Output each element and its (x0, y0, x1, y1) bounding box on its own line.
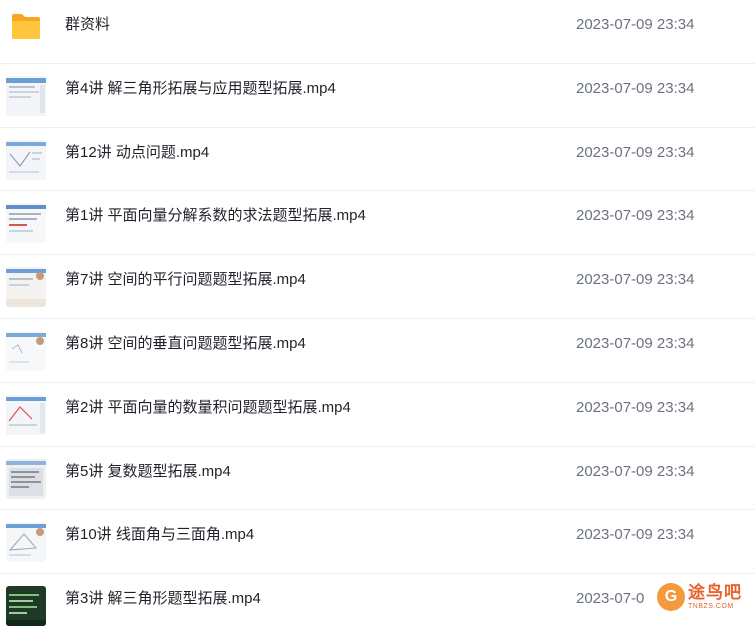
file-name[interactable]: 第3讲 解三角形题型拓展.mp4 (65, 574, 261, 637)
file-name[interactable]: 第12讲 动点问题.mp4 (65, 128, 209, 191)
video-thumbnail (6, 75, 46, 116)
file-list: 群资料 2023-07-09 23:34 第4讲 解三角形拓展与应用题型拓展.m… (0, 0, 755, 638)
list-item-video[interactable]: 第2讲 平面向量的数量积问题题型拓展.mp4 2023-07-09 23:34 (0, 383, 755, 447)
site-watermark-logo: G 途鸟吧 TNBZS.COM (653, 575, 749, 619)
file-name[interactable]: 第7讲 空间的平行问题题型拓展.mp4 (65, 255, 306, 318)
file-date: 2023-07-09 23:34 (576, 462, 695, 480)
file-date: 2023-07-09 23:34 (576, 526, 695, 544)
video-thumbnail (6, 203, 46, 244)
file-name[interactable]: 第4讲 解三角形拓展与应用题型拓展.mp4 (65, 64, 336, 127)
list-item-video[interactable]: 第5讲 复数题型拓展.mp4 2023-07-09 23:34 (0, 447, 755, 511)
file-date: 2023-07-09 23:34 (576, 207, 695, 225)
list-item-folder[interactable]: 群资料 2023-07-09 23:34 (0, 0, 755, 64)
video-thumbnail (6, 139, 46, 180)
folder-icon (10, 12, 42, 40)
video-thumbnail (6, 522, 46, 563)
file-name[interactable]: 第10讲 线面角与三面角.mp4 (65, 510, 254, 573)
list-item-video[interactable]: 第8讲 空间的垂直问题题型拓展.mp4 2023-07-09 23:34 (0, 319, 755, 383)
file-name[interactable]: 第2讲 平面向量的数量积问题题型拓展.mp4 (65, 383, 351, 446)
list-item-video[interactable]: 第3讲 解三角形题型拓展.mp4 2023-07-0 (0, 574, 755, 638)
file-date: 2023-07-09 23:34 (576, 334, 695, 352)
file-date: 2023-07-0 (576, 590, 645, 608)
watermark-sub-text: TNBZS.COM (688, 603, 734, 610)
video-thumbnail (6, 458, 46, 499)
watermark-text: 途鸟吧 TNBZS.COM (688, 583, 742, 611)
list-item-video[interactable]: 第7讲 空间的平行问题题型拓展.mp4 2023-07-09 23:34 (0, 255, 755, 319)
video-thumbnail (6, 394, 46, 435)
watermark-main-text: 途鸟吧 (688, 583, 742, 602)
file-date: 2023-07-09 23:34 (576, 16, 695, 33)
list-item-video[interactable]: 第10讲 线面角与三面角.mp4 2023-07-09 23:34 (0, 510, 755, 575)
file-name[interactable]: 第1讲 平面向量分解系数的求法题型拓展.mp4 (65, 191, 366, 254)
list-item-video[interactable]: 第1讲 平面向量分解系数的求法题型拓展.mp4 2023-07-09 23:34 (0, 191, 755, 256)
video-thumbnail (6, 586, 46, 627)
watermark-badge: G (657, 583, 685, 611)
file-name[interactable]: 第8讲 空间的垂直问题题型拓展.mp4 (65, 319, 306, 382)
video-thumbnail (6, 267, 46, 308)
file-date: 2023-07-09 23:34 (576, 143, 695, 161)
file-date: 2023-07-09 23:34 (576, 398, 695, 416)
list-item-video[interactable]: 第4讲 解三角形拓展与应用题型拓展.mp4 2023-07-09 23:34 (0, 64, 755, 128)
video-thumbnail (6, 330, 46, 371)
file-name[interactable]: 第5讲 复数题型拓展.mp4 (65, 447, 231, 510)
file-name[interactable]: 群资料 (65, 0, 110, 63)
file-date: 2023-07-09 23:34 (576, 79, 695, 97)
file-date: 2023-07-09 23:34 (576, 271, 695, 289)
list-item-video[interactable]: 第12讲 动点问题.mp4 2023-07-09 23:34 (0, 128, 755, 192)
